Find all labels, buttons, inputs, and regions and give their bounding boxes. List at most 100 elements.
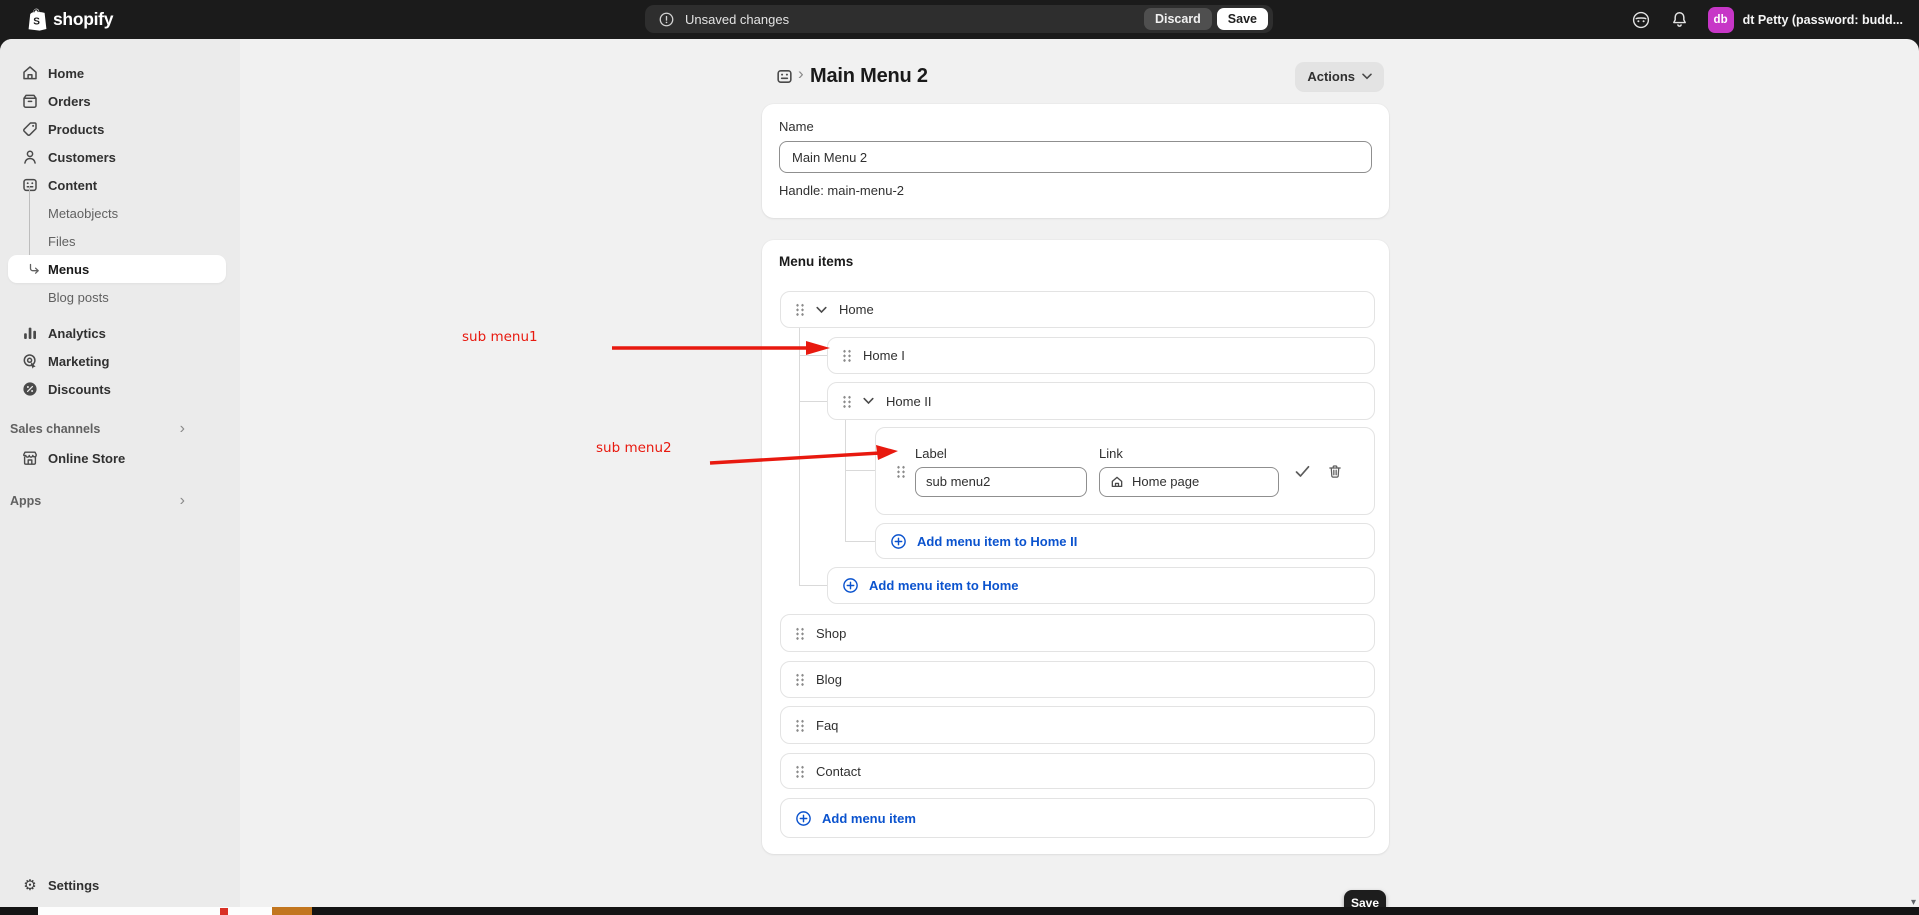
sidebar-item-home[interactable]: Home <box>0 59 240 87</box>
incognito-icon[interactable] <box>1631 10 1651 30</box>
apps-header[interactable]: Apps › <box>0 488 240 514</box>
avatar: db <box>1708 7 1734 33</box>
return-arrow-icon <box>28 263 41 276</box>
chevron-down-icon[interactable] <box>863 397 874 405</box>
page-header: › Main Menu 2 Actions <box>760 62 1390 92</box>
screen: S shopify Unsaved changes Discard Save <box>0 0 1919 915</box>
sidebar-item-analytics[interactable]: Analytics <box>0 319 240 347</box>
tree-connector <box>799 355 827 356</box>
home-page-icon <box>1110 475 1124 489</box>
marketing-icon <box>21 352 39 370</box>
menu-row-contact[interactable]: Contact <box>780 753 1375 789</box>
topbar-right-cluster: db dt Petty (password: budd... <box>1631 0 1903 39</box>
add-menu-item-home2-button[interactable]: Add menu item to Home II <box>875 523 1375 559</box>
customers-icon <box>21 148 39 166</box>
breadcrumb-chevron-icon: › <box>798 64 804 84</box>
drag-handle-icon[interactable] <box>795 765 804 778</box>
home-icon <box>21 64 39 82</box>
tree-connector <box>799 328 800 585</box>
analytics-icon <box>21 324 39 342</box>
sidebar-item-discounts[interactable]: Discounts <box>0 375 240 403</box>
link-field-label: Link <box>1099 446 1279 461</box>
sidebar-item-products[interactable]: Products <box>0 115 240 143</box>
sidebar-item-menus[interactable]: Menus <box>8 255 226 283</box>
add-menu-item-button[interactable]: Add menu item <box>780 798 1375 838</box>
tree-connector <box>799 401 827 402</box>
drag-handle-icon[interactable] <box>795 627 804 640</box>
taskbar-red-mark <box>220 908 228 915</box>
taskbar-window-segment <box>38 907 272 915</box>
drag-handle-icon[interactable] <box>795 719 804 732</box>
menu-row-home2[interactable]: Home II <box>827 382 1375 420</box>
menu-items-heading: Menu items <box>779 254 853 269</box>
confirm-check-icon[interactable] <box>1295 465 1310 478</box>
topbar: S shopify Unsaved changes Discard Save <box>0 0 1919 39</box>
link-field-group: Link Home page <box>1099 446 1279 497</box>
sidebar-item-customers[interactable]: Customers <box>0 143 240 171</box>
svg-text:S: S <box>33 17 40 28</box>
delete-trash-icon[interactable] <box>1327 463 1343 480</box>
sidebar-item-orders[interactable]: Orders <box>0 87 240 115</box>
settings-gear-icon: ⚙ <box>21 876 39 894</box>
alert-circle-icon <box>658 11 675 28</box>
menu-row-home1[interactable]: Home I <box>827 337 1375 374</box>
sidebar-item-content[interactable]: Content <box>0 171 240 199</box>
user-menu[interactable]: db dt Petty (password: budd... <box>1708 7 1903 33</box>
taskbar-orange-segment <box>272 907 312 915</box>
menu-row-shop[interactable]: Shop <box>780 614 1375 652</box>
menu-item-link-input[interactable]: Home page <box>1099 467 1279 497</box>
orders-icon <box>21 92 39 110</box>
name-label: Name <box>779 119 1372 134</box>
shopify-wordmark: shopify <box>53 9 113 30</box>
handle-text: Handle: main-menu-2 <box>779 183 1372 198</box>
menu-row-blog[interactable]: Blog <box>780 661 1375 698</box>
save-button-top[interactable]: Save <box>1217 8 1268 30</box>
drag-handle-icon[interactable] <box>842 395 851 408</box>
notifications-bell-icon[interactable] <box>1670 10 1689 29</box>
menu-item-label-input[interactable] <box>915 467 1087 497</box>
app-frame: Home Orders Products Customers <box>0 39 1919 907</box>
scrollbar-down-arrow[interactable]: ▾ <box>1911 897 1916 908</box>
drag-handle-icon[interactable] <box>795 303 804 316</box>
drag-handle-icon[interactable] <box>842 349 851 362</box>
sidebar: Home Orders Products Customers <box>0 39 240 907</box>
shopify-logo[interactable]: S shopify <box>26 0 113 39</box>
storefront-icon <box>21 449 39 467</box>
products-tag-icon <box>21 120 39 138</box>
shopify-bag-icon: S <box>26 8 47 31</box>
sales-channels-header[interactable]: Sales channels › <box>0 416 240 442</box>
label-field-group: Label <box>915 446 1087 497</box>
chevron-down-icon <box>1362 73 1372 80</box>
tree-connector <box>845 420 846 541</box>
menu-row-faq[interactable]: Faq <box>780 706 1375 744</box>
add-menu-item-home-button[interactable]: Add menu item to Home <box>827 567 1375 604</box>
unsaved-changes-banner: Unsaved changes Discard Save <box>645 5 1273 33</box>
page-title: Main Menu 2 <box>810 65 928 88</box>
tree-connector <box>845 541 875 542</box>
chevron-right-icon: › <box>180 496 185 506</box>
sidebar-item-settings[interactable]: ⚙ Settings <box>0 871 240 899</box>
user-name: dt Petty (password: budd... <box>1743 13 1903 27</box>
sidebar-item-blog-posts[interactable]: Blog posts <box>0 283 240 311</box>
sidebar-item-online-store[interactable]: Online Store <box>0 444 240 472</box>
chevron-right-icon: › <box>180 424 185 434</box>
drag-handle-icon[interactable] <box>896 465 905 478</box>
discard-button[interactable]: Discard <box>1144 8 1212 30</box>
sidebar-item-metaobjects[interactable]: Metaobjects <box>0 199 240 227</box>
tree-connector <box>799 585 827 586</box>
content-breadcrumb-icon[interactable] <box>775 67 794 86</box>
plus-circle-icon <box>842 577 859 594</box>
menu-items-card: Menu items Home <box>762 240 1389 854</box>
menu-row-home[interactable]: Home <box>780 291 1375 328</box>
plus-circle-icon <box>890 533 907 550</box>
label-field-label: Label <box>915 446 1087 461</box>
chevron-down-icon[interactable] <box>816 306 827 314</box>
sidebar-item-marketing[interactable]: Marketing <box>0 347 240 375</box>
menu-name-input[interactable] <box>779 141 1372 173</box>
menu-item-editor: Label Link Home page <box>875 427 1375 515</box>
sidebar-item-files[interactable]: Files <box>0 227 240 255</box>
content-icon <box>21 176 39 194</box>
actions-button[interactable]: Actions <box>1295 62 1384 91</box>
name-card: Name Handle: main-menu-2 <box>762 104 1389 218</box>
drag-handle-icon[interactable] <box>795 673 804 686</box>
